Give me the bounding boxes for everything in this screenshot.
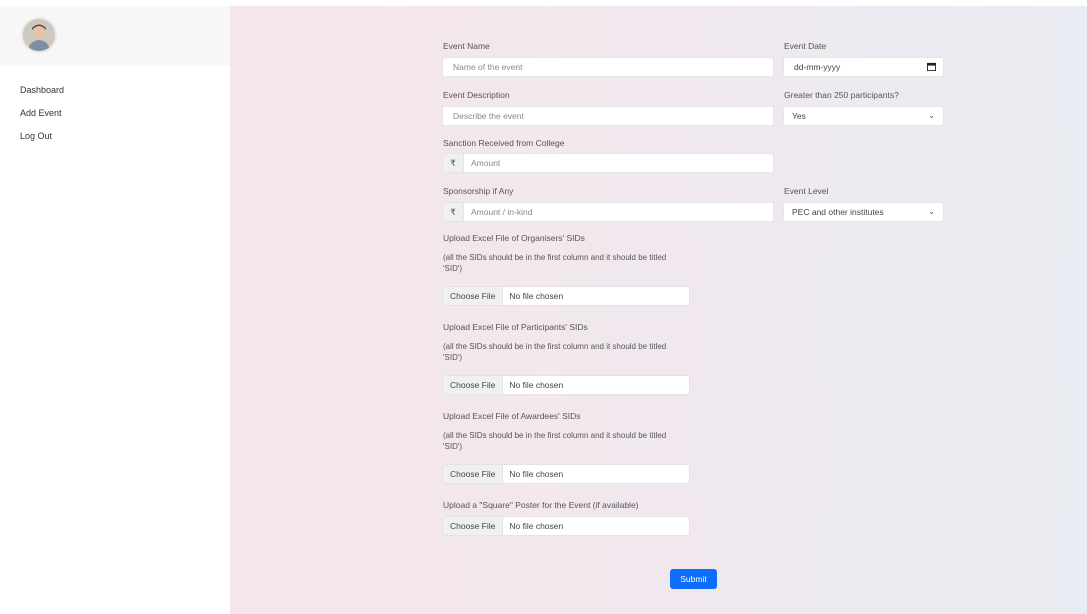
sponsorship-input[interactable]: Amount / in-kind [464,203,773,221]
awardees-file-input[interactable]: Choose File No file chosen [442,464,690,484]
event-level-value: PEC and other institutes [792,207,884,217]
choose-file-button[interactable]: Choose File [443,376,504,394]
submit-button[interactable]: Submit [670,569,717,589]
chevron-down-icon: ⌄ [928,111,935,120]
file-status: No file chosen [509,521,564,531]
choose-file-button[interactable]: Choose File [443,287,504,305]
organisers-upload-label: Upload Excel File of Organisers' SIDs [443,233,585,243]
sidebar-item-log-out[interactable]: Log Out [20,128,64,151]
sidebar: Dashboard Add Event Log Out [0,0,230,614]
event-date-label: Event Date [784,41,827,51]
event-name-input[interactable]: Name of the event [442,57,774,77]
event-description-label: Event Description [443,90,510,100]
sidebar-nav: Dashboard Add Event Log Out [20,82,64,151]
rupee-icon: ₹ [443,203,464,221]
sidebar-item-add-event[interactable]: Add Event [20,105,64,128]
poster-upload-label: Upload a "Square" Poster for the Event (… [443,500,639,510]
organisers-file-input[interactable]: Choose File No file chosen [442,286,690,306]
sanction-input[interactable]: Amount [464,154,773,172]
choose-file-button[interactable]: Choose File [443,517,504,535]
event-date-value: dd-mm-yyyy [794,62,841,72]
participants-file-input[interactable]: Choose File No file chosen [442,375,690,395]
organisers-upload-hint: (all the SIDs should be in the first col… [443,253,667,273]
event-date-input[interactable]: dd-mm-yyyy [783,57,944,77]
sponsorship-input-group[interactable]: ₹ Amount / in-kind [442,202,774,222]
sanction-input-group[interactable]: ₹ Amount [442,153,774,173]
awardees-upload-label: Upload Excel File of Awardees' SIDs [443,411,581,421]
chevron-down-icon: ⌄ [928,207,935,216]
participants-count-label: Greater than 250 participants? [784,90,899,100]
participants-count-value: Yes [792,111,806,121]
event-level-select[interactable]: PEC and other institutes ⌄ [783,202,944,222]
file-status: No file chosen [509,469,564,479]
participants-upload-hint: (all the SIDs should be in the first col… [443,342,667,362]
participants-upload-label: Upload Excel File of Participants' SIDs [443,322,588,332]
profile-header [0,6,230,66]
choose-file-button[interactable]: Choose File [443,465,504,483]
calendar-icon[interactable] [927,62,936,71]
poster-file-input[interactable]: Choose File No file chosen [442,516,690,536]
rupee-icon: ₹ [443,154,464,172]
awardees-upload-hint: (all the SIDs should be in the first col… [443,431,667,451]
participants-count-select[interactable]: Yes ⌄ [783,106,944,126]
event-name-label: Event Name [443,41,490,51]
event-level-label: Event Level [784,186,829,196]
file-status: No file chosen [509,380,564,390]
file-status: No file chosen [509,291,564,301]
sanction-label: Sanction Received from College [443,138,565,148]
sidebar-item-dashboard[interactable]: Dashboard [20,82,64,105]
sponsorship-label: Sponsorship if Any [443,186,514,196]
event-description-input[interactable]: Describe the event [442,106,774,126]
avatar[interactable] [21,17,57,53]
user-photo-icon [23,19,55,51]
